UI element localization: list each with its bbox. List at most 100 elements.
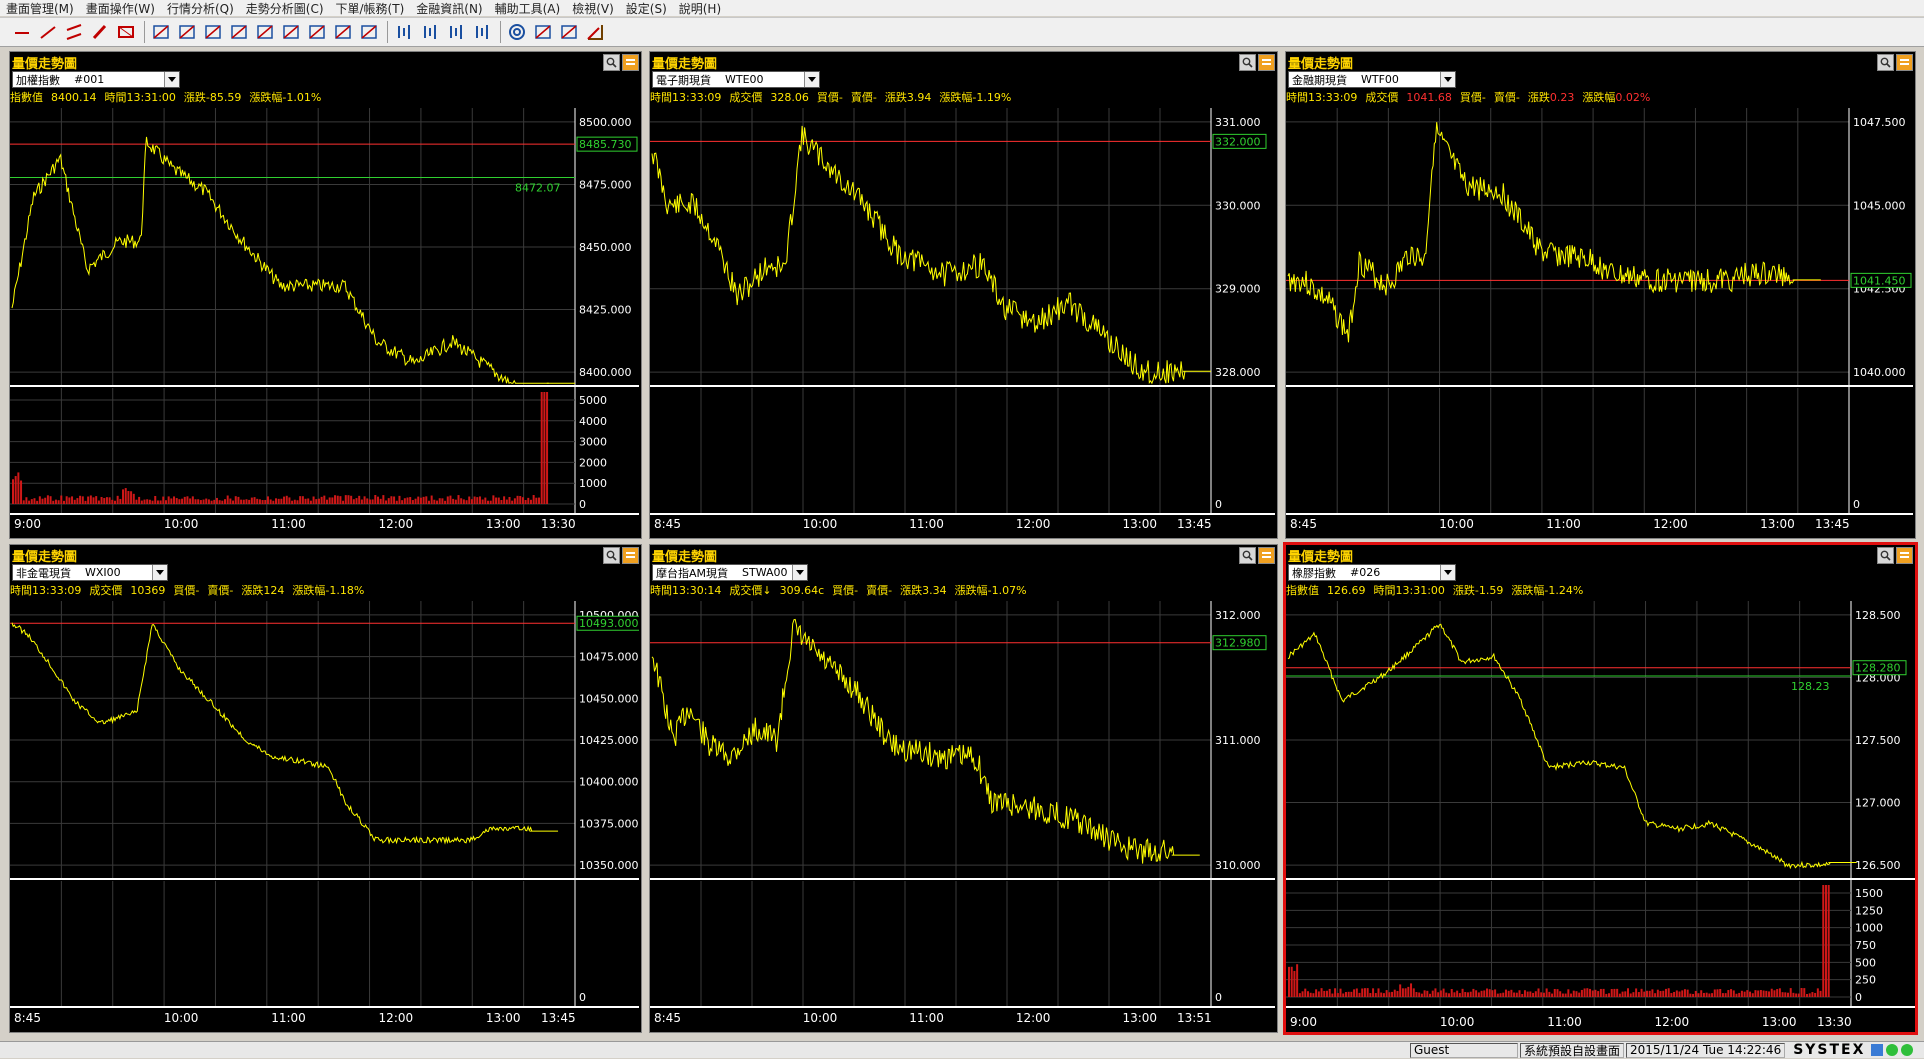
price-volume-chart[interactable]: 331.000 330.000 329.000 328.000 0 332.000 8:45… [650,108,1275,536]
volume-bar [87,496,90,504]
zoom-icon[interactable] [603,547,620,564]
arrow-icon[interactable] [279,21,303,43]
menu-item[interactable]: 檢視(V) [566,0,620,17]
price-volume-chart[interactable]: 312.000 311.000 310.000 0 312.980 8:45 10:00 11… [650,601,1275,1030]
angle-icon[interactable] [583,21,607,43]
cross-rect-icon[interactable] [149,21,173,43]
x-tick-label: 10:00 [164,1011,199,1025]
price-volume-chart[interactable]: 1047.5001045.0001042.5001040.00001041.45… [1286,108,1913,536]
menu-item[interactable]: 說明(H) [673,0,727,17]
volume-bar [1382,993,1385,997]
menu-item[interactable]: 畫面管理(M) [0,0,80,17]
price-volume-chart[interactable]: 8500.000 8475.000 8450.000 8425.000 8400.000… [10,108,639,536]
volume-bar [473,496,476,504]
chart-panel-p1[interactable]: 量價走勢圖 加權指數 #001 指數值 8400.14 時間13:31:00 漲跌-85.5… [9,51,642,539]
volume-bar [1344,992,1347,997]
chevron-down-icon[interactable] [164,72,179,87]
zoom-icon[interactable] [1877,547,1894,564]
grid-icon[interactable] [227,21,251,43]
horizontal-lines-icon[interactable] [175,21,199,43]
wave-icon[interactable] [253,21,277,43]
zoom-icon[interactable] [1877,54,1894,71]
volume-bar [44,497,47,504]
y-tick-label: 10425.000 [579,734,639,747]
settings-icon[interactable] [1896,547,1913,564]
symbol-code: WXI00 [85,566,121,579]
rectangle-icon[interactable] [114,21,138,43]
zoom-icon[interactable] [1239,54,1256,71]
settings-icon[interactable] [1258,54,1275,71]
chevron-down-icon[interactable] [792,565,807,580]
bar-icon[interactable] [444,21,468,43]
volume-bar [503,496,506,504]
trend-line-icon[interactable] [10,21,34,43]
settings-icon[interactable] [622,547,639,564]
zoom-icon[interactable] [1239,547,1256,564]
volume-bar [325,499,328,504]
menu-item[interactable]: 金融資訊(N) [410,0,488,17]
diagonal-icon[interactable] [331,21,355,43]
menu-item[interactable]: 輔助工具(A) [489,0,567,17]
quote-field: 成交價 [1365,89,1398,105]
volume-bar [1591,990,1594,997]
chevron-down-icon[interactable] [1440,72,1455,87]
menu-item[interactable]: 行情分析(Q) [161,0,240,17]
segment-line-icon[interactable] [36,21,60,43]
chart-panel-p6[interactable]: 量價走勢圖 橡膠指數 #026 指數值 126.69 時間13:31:00 漲跌-1.59 漲… [1283,542,1918,1035]
volume-bar [1439,990,1442,997]
volume-tick-label: 0 [1855,991,1862,1004]
volume-bar [1640,988,1643,997]
chevron-down-icon[interactable] [804,72,819,87]
chart-panel-p2[interactable]: 量價走勢圖 電子期現貨 WTE00 時間13:33:09 成交價 328.06 買價- 賣價-… [649,51,1278,539]
chart-panel-p5[interactable]: 量價走勢圖 摩台指AM現貨 STWA00 時間13:30:14 成交價↓ 309.64c 買… [649,544,1278,1033]
bar-icon[interactable] [418,21,442,43]
symbol-select[interactable]: 加權指數 #001 [12,71,180,88]
settings-icon[interactable] [1896,54,1913,71]
fib-icon[interactable] [201,21,225,43]
chart-panel-p3[interactable]: 量價走勢圖 金融期現貨 WTF00 時間13:33:09 成交價 1041.68 買價- 賣價… [1285,51,1916,539]
diagonal-icon[interactable] [357,21,381,43]
symbol-select[interactable]: 非金電現貨 WXI00 [12,564,168,581]
settings-icon[interactable] [622,54,639,71]
volume-bar [1711,993,1714,997]
bar-icon[interactable] [470,21,494,43]
chevron-down-icon[interactable] [152,565,167,580]
chart-panel-p4[interactable]: 量價走勢圖 非金電現貨 WXI00 時間13:33:09 成交價 10369 買價- 賣價- 漲… [9,544,642,1033]
parallel-line-icon[interactable] [62,21,86,43]
diagonal-icon[interactable] [305,21,329,43]
circle-target-icon[interactable] [505,21,529,43]
symbol-select[interactable]: 摩台指AM現貨 STWA00 [652,564,808,581]
quote-info-line: 時間13:33:09 成交價 10369 買價- 賣價- 漲跌124 漲跌幅-1.18% [10,583,372,598]
zoom-icon[interactable] [603,54,620,71]
volume-bar [202,499,205,504]
pencil-icon[interactable] [531,21,555,43]
symbol-select[interactable]: 橡膠指數 #026 [1288,564,1456,581]
settings-icon[interactable] [1258,547,1275,564]
volume-tick-label: 500 [1855,956,1876,969]
symbol-select[interactable]: 金融期現貨 WTF00 [1288,71,1456,88]
pen-icon[interactable] [88,21,112,43]
volume-bar [181,498,184,504]
x-tick-label: 13:00 [1122,1011,1157,1025]
volume-bar [1355,988,1358,997]
volume-bar [1624,991,1627,997]
menu-item[interactable]: 下單/帳務(T) [330,0,411,17]
reference-price-label: 1041.450 [1853,274,1906,287]
price-volume-chart[interactable]: 128.500128.000127.500127.000126.50015001… [1286,601,1917,1034]
volume-bar [237,496,240,504]
menu-item[interactable]: 走勢分析圖(C) [240,0,330,17]
chevron-down-icon[interactable] [1440,565,1455,580]
reference-price-tag: 128.280 [1852,660,1907,676]
volume-bar [277,498,280,504]
volume-bar [1393,989,1396,997]
volume-bar [1645,990,1648,997]
bar-icon[interactable] [392,21,416,43]
symbol-select[interactable]: 電子期現貨 WTE00 [652,71,820,88]
eraser-icon[interactable] [557,21,581,43]
symbol-code: WTE00 [725,73,764,86]
volume-bar [218,500,221,504]
menu-item[interactable]: 設定(S) [620,0,673,17]
volume-bar [84,500,87,504]
price-volume-chart[interactable]: 10500.00010475.00010450.00010425.0001040… [10,601,639,1030]
menu-item[interactable]: 畫面操作(W) [80,0,161,17]
